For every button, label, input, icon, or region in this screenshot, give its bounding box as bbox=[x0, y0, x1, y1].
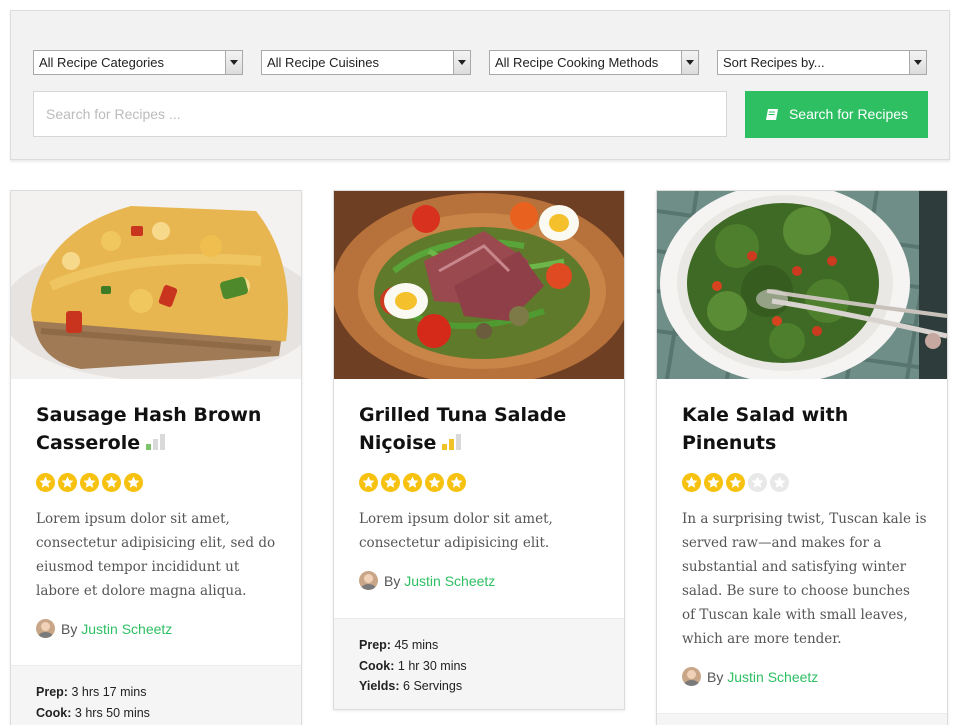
meta-value: 45 mins bbox=[394, 638, 439, 652]
star-icon bbox=[447, 473, 466, 492]
recipe-title[interactable]: Sausage Hash Brown Casserole bbox=[36, 401, 286, 457]
recipe-card[interactable]: Grilled Tuna Salade Niçoise Lorem ipsum … bbox=[333, 190, 625, 710]
author-link[interactable]: Justin Scheetz bbox=[404, 573, 495, 589]
star-icon bbox=[36, 473, 55, 492]
meta-row: Cook: 3 hrs 50 mins bbox=[36, 703, 276, 724]
cuisine-select-value: All Recipe Cuisines bbox=[267, 55, 379, 70]
star-icon bbox=[58, 473, 77, 492]
meta-label: Prep: bbox=[36, 685, 68, 699]
recipe-search-panel: All Recipe Categories All Recipe Cuisine… bbox=[10, 10, 950, 160]
star-icon bbox=[770, 473, 789, 492]
rating-stars bbox=[682, 473, 792, 497]
sort-select-value: Sort Recipes by... bbox=[723, 55, 825, 70]
search-recipes-button[interactable]: Search for Recipes bbox=[745, 91, 928, 138]
recipe-meta: Prep: 3 hrs 17 mins Cook: 3 hrs 50 mins bbox=[11, 665, 301, 725]
meta-label: Cook: bbox=[359, 658, 395, 673]
recipe-search-input[interactable]: Search for Recipes ... bbox=[33, 91, 727, 137]
star-icon bbox=[80, 473, 99, 492]
chevron-down-icon[interactable] bbox=[681, 51, 698, 74]
chevron-down-icon[interactable] bbox=[909, 51, 926, 74]
recipe-title-text[interactable]: Grilled Tuna Salade Niçoise bbox=[359, 404, 566, 454]
star-icon bbox=[726, 473, 745, 492]
recipe-description: Lorem ipsum dolor sit amet, consectetur … bbox=[36, 511, 276, 599]
recipe-title-text[interactable]: Kale Salad with Pinenuts bbox=[682, 404, 848, 454]
meta-label: Yields: bbox=[359, 679, 400, 693]
author-link[interactable]: Justin Scheetz bbox=[727, 669, 818, 685]
recipe-title[interactable]: Grilled Tuna Salade Niçoise bbox=[359, 401, 609, 457]
search-button-label: Search for Recipes bbox=[788, 106, 909, 122]
recipe-meta bbox=[657, 713, 947, 725]
star-icon bbox=[124, 473, 143, 492]
book-icon bbox=[765, 109, 778, 120]
category-select[interactable]: All Recipe Categories bbox=[33, 50, 243, 75]
recipe-author: By Justin Scheetz bbox=[36, 619, 172, 638]
meta-row: Cook: 1 hr 30 mins bbox=[359, 656, 599, 677]
author-prefix: By bbox=[707, 669, 724, 685]
recipe-author: By Justin Scheetz bbox=[359, 571, 495, 590]
recipe-photo-casserole[interactable] bbox=[11, 191, 301, 379]
cuisine-select[interactable]: All Recipe Cuisines bbox=[261, 50, 471, 75]
author-prefix: By bbox=[384, 573, 401, 589]
star-icon bbox=[704, 473, 723, 492]
star-icon bbox=[425, 473, 444, 492]
recipe-meta: Prep: 45 mins Cook: 1 hr 30 mins Yields:… bbox=[334, 618, 624, 709]
rating-stars bbox=[36, 473, 146, 497]
recipe-title[interactable]: Kale Salad with Pinenuts bbox=[682, 401, 932, 457]
avatar bbox=[359, 571, 378, 590]
meta-row: Prep: 45 mins bbox=[359, 635, 599, 656]
meta-label: Cook: bbox=[36, 705, 72, 720]
meta-value: 6 Servings bbox=[403, 679, 463, 693]
author-prefix: By bbox=[61, 621, 78, 637]
chevron-down-icon[interactable] bbox=[453, 51, 470, 74]
meta-label: Prep: bbox=[359, 638, 391, 652]
recipe-description: Lorem ipsum dolor sit amet, consectetur … bbox=[359, 511, 553, 551]
meta-value: 3 hrs 17 mins bbox=[71, 685, 147, 699]
meta-row: Prep: 3 hrs 17 mins bbox=[36, 682, 276, 703]
category-select-value: All Recipe Categories bbox=[39, 55, 165, 70]
recipe-card[interactable]: Kale Salad with Pinenuts In a surprising… bbox=[656, 190, 948, 725]
rating-stars bbox=[359, 473, 469, 497]
difficulty-medium-icon bbox=[442, 434, 462, 450]
star-icon bbox=[102, 473, 121, 492]
star-icon bbox=[403, 473, 422, 492]
author-link[interactable]: Justin Scheetz bbox=[81, 621, 172, 637]
recipe-author: By Justin Scheetz bbox=[682, 667, 818, 686]
star-icon bbox=[381, 473, 400, 492]
meta-value: 3 hrs 50 mins bbox=[74, 705, 150, 720]
star-icon bbox=[682, 473, 701, 492]
difficulty-easy-icon bbox=[146, 434, 166, 450]
recipe-photo-kale-salad[interactable] bbox=[657, 191, 947, 379]
recipe-photo-tuna-salad[interactable] bbox=[334, 191, 624, 379]
sort-select[interactable]: Sort Recipes by... bbox=[717, 50, 927, 75]
chevron-down-icon[interactable] bbox=[225, 51, 242, 74]
cooking-method-select-value: All Recipe Cooking Methods bbox=[495, 55, 659, 70]
recipe-card[interactable]: Sausage Hash Brown Casserole Lorem ipsum… bbox=[10, 190, 302, 725]
cooking-method-select[interactable]: All Recipe Cooking Methods bbox=[489, 50, 699, 75]
meta-value: 1 hr 30 mins bbox=[397, 658, 467, 673]
star-icon bbox=[359, 473, 378, 492]
recipe-description: In a surprising twist, Tuscan kale is se… bbox=[682, 511, 927, 647]
avatar bbox=[36, 619, 55, 638]
avatar bbox=[682, 667, 701, 686]
meta-row: Yields: 6 Servings bbox=[359, 676, 599, 697]
star-icon bbox=[748, 473, 767, 492]
